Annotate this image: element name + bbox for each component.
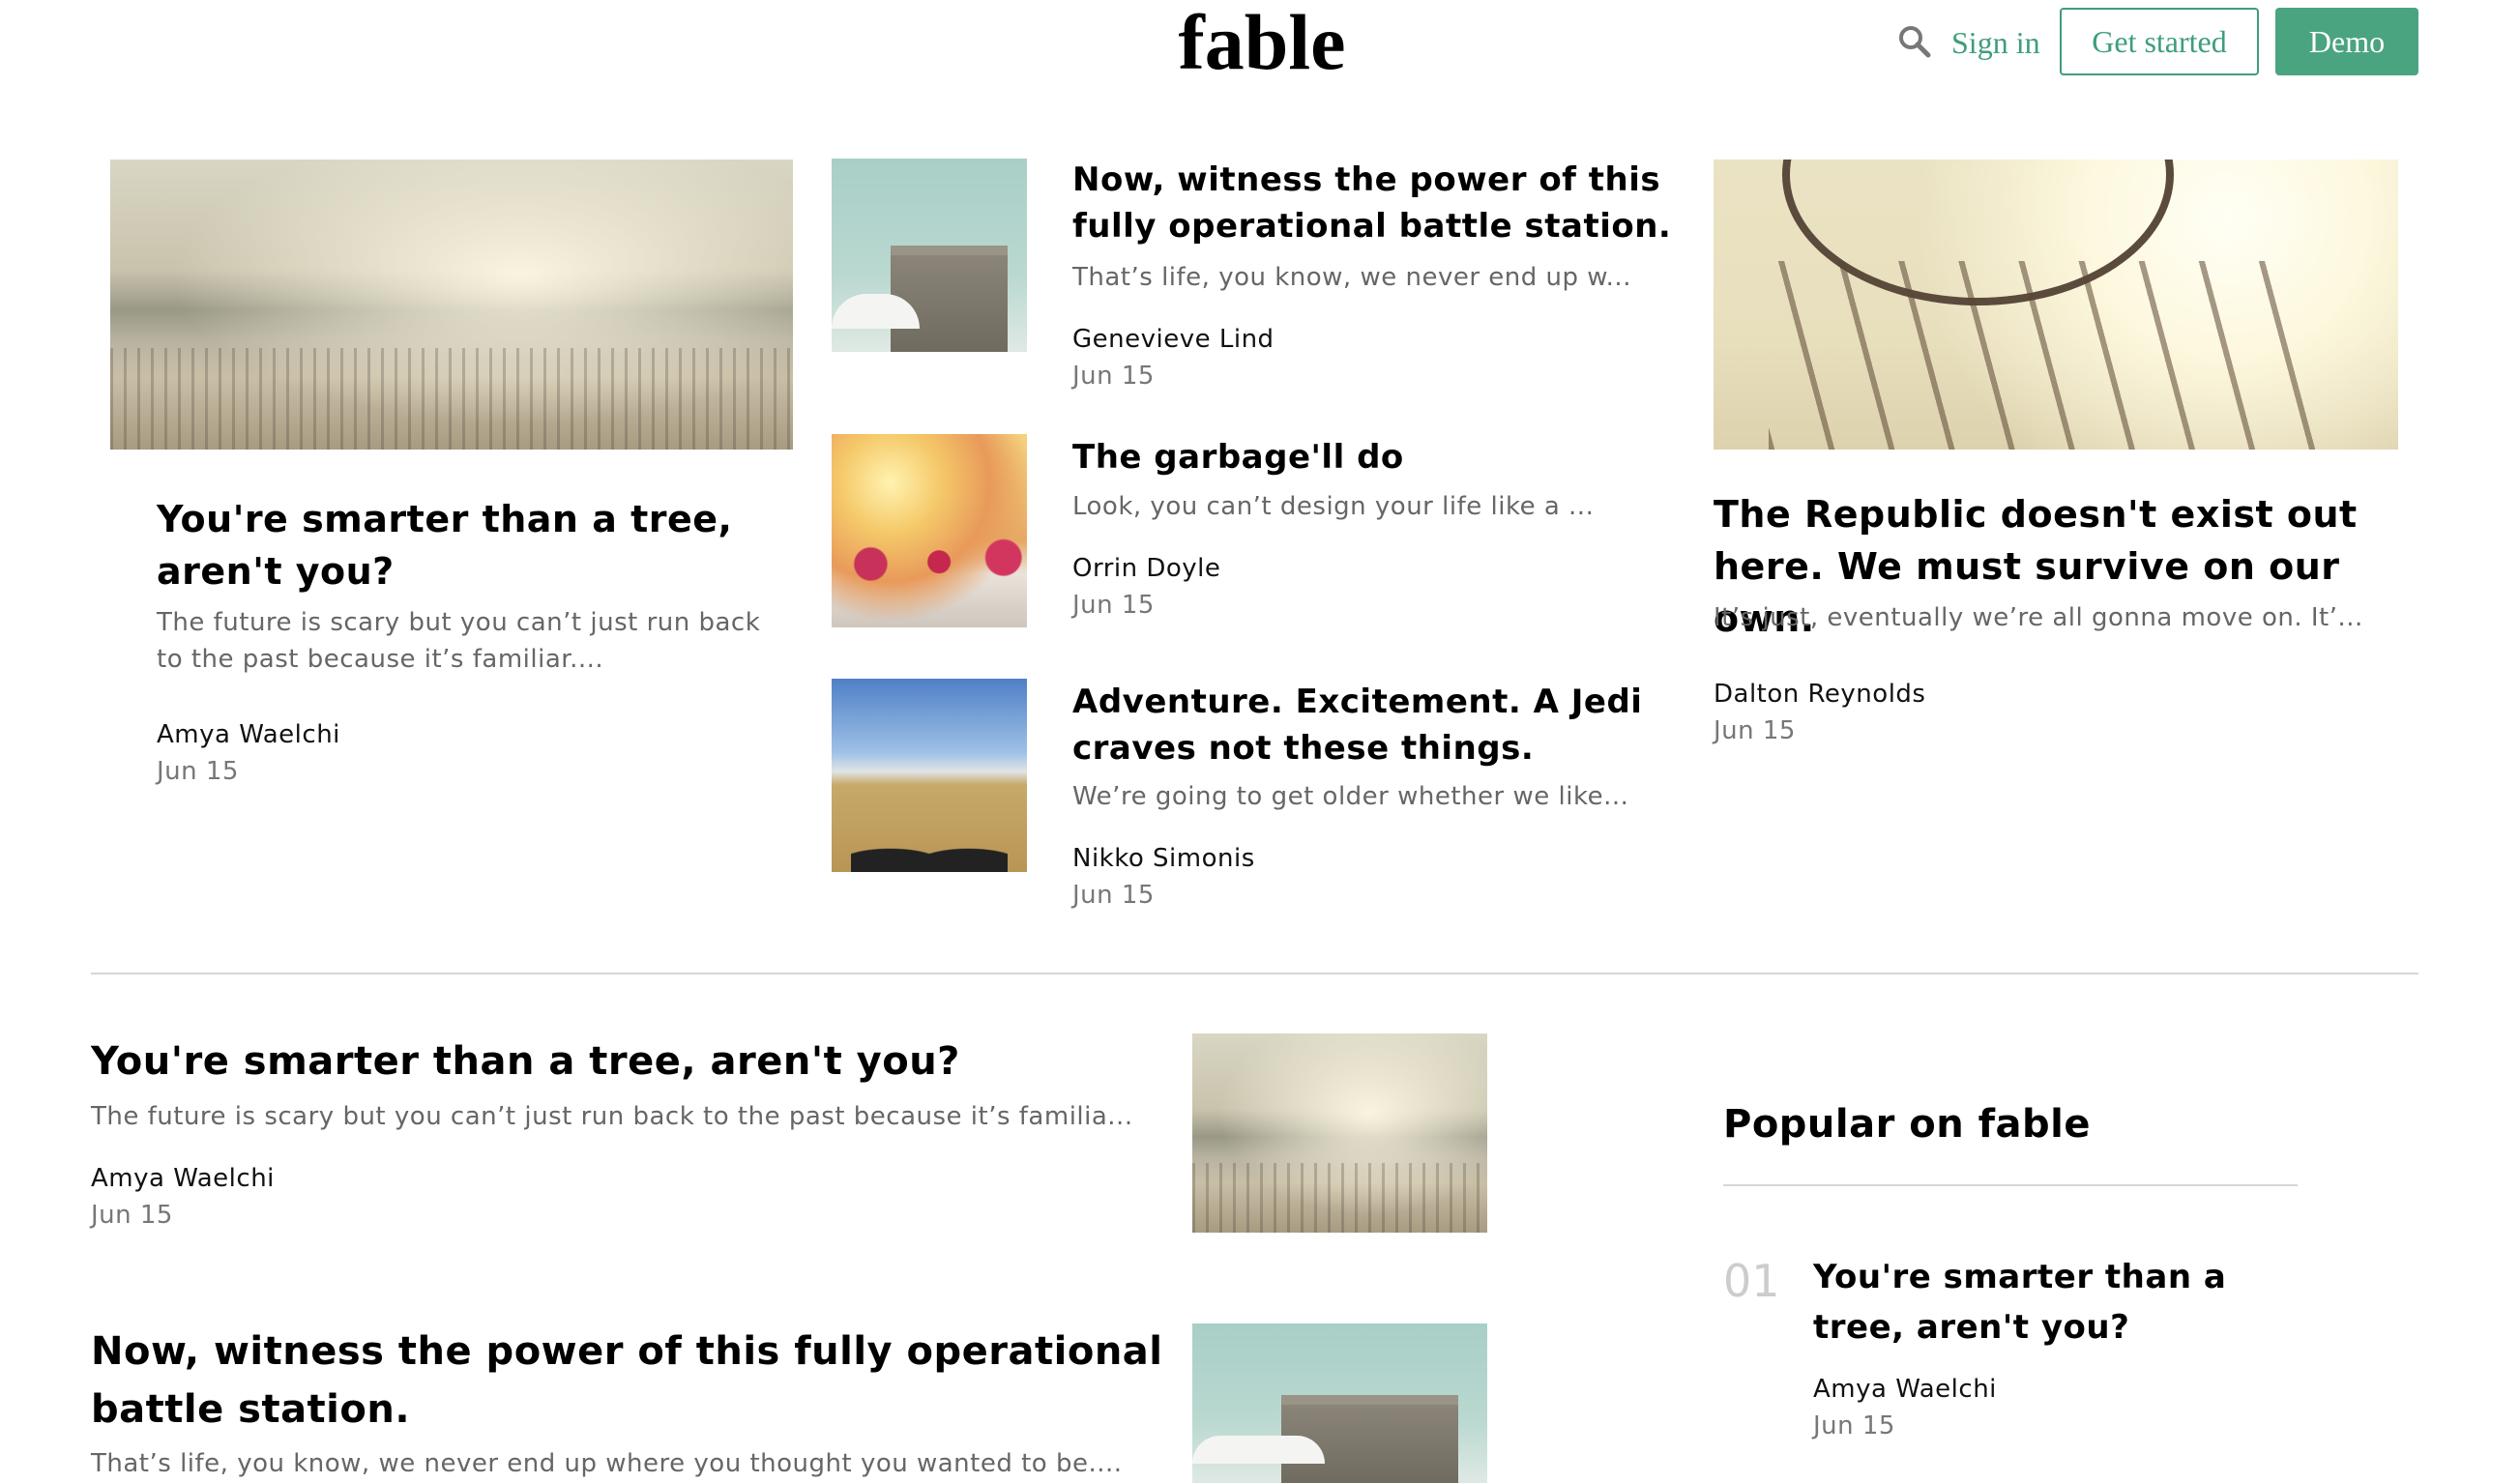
featured-middle-3-excerpt: We’re going to get older whether we like…: [1072, 782, 1629, 811]
featured-right-excerpt: It’s just, eventually we’re all gonna mo…: [1714, 603, 2363, 632]
feed-item-1-author[interactable]: Amya Waelchi: [91, 1160, 275, 1197]
featured-middle-2-author[interactable]: Orrin Doyle: [1072, 550, 1220, 587]
get-started-button[interactable]: Get started: [2060, 8, 2259, 75]
popular-heading: Popular on fable: [1723, 1102, 2092, 1147]
featured-right-date: Jun 15: [1714, 716, 1796, 745]
site-logo[interactable]: fable: [1141, 0, 1383, 85]
feed-item-1-image[interactable]: [1192, 1033, 1487, 1233]
featured-middle-2-title[interactable]: The garbage'll do: [1072, 434, 1682, 480]
featured-left-title[interactable]: You're smarter than a tree, aren't you?: [157, 493, 776, 597]
feed-item-2-excerpt: That’s life, you know, we never end up w…: [91, 1449, 1123, 1478]
featured-middle-1-author[interactable]: Genevieve Lind: [1072, 321, 1275, 358]
featured-right-image[interactable]: [1714, 160, 2398, 450]
featured-middle-3-title[interactable]: Adventure. Excitement. A Jedi craves not…: [1072, 679, 1682, 771]
featured-middle-3-author[interactable]: Nikko Simonis: [1072, 840, 1255, 877]
featured-middle-1-date: Jun 15: [1072, 362, 1155, 391]
featured-middle-2-date: Jun 15: [1072, 591, 1155, 620]
featured-left-date: Jun 15: [157, 757, 239, 786]
popular-divider: [1723, 1184, 2298, 1186]
popular-item-1-date: Jun 15: [1813, 1411, 1895, 1440]
search-icon[interactable]: [1898, 25, 1931, 58]
sign-in-link[interactable]: Sign in: [1951, 21, 2040, 64]
popular-item-1-title[interactable]: You're smarter than a tree, aren't you?: [1813, 1252, 2316, 1352]
feed-item-2-title[interactable]: Now, witness the power of this fully ope…: [91, 1323, 1193, 1439]
featured-middle-2-excerpt: Look, you can’t design your life like a …: [1072, 492, 1595, 521]
featured-middle-2-image[interactable]: [832, 434, 1027, 627]
featured-middle-1-excerpt: That’s life, you know, we never end up w…: [1072, 263, 1631, 292]
popular-item-1-rank: 01: [1723, 1255, 1780, 1307]
featured-middle-1-image[interactable]: [832, 159, 1027, 352]
section-divider: [91, 973, 2418, 974]
demo-button[interactable]: Demo: [2275, 8, 2418, 75]
feed-item-1-excerpt: The future is scary but you can’t just r…: [91, 1102, 1133, 1131]
featured-middle-3-date: Jun 15: [1072, 881, 1155, 910]
featured-left-excerpt: The future is scary but you can’t just r…: [157, 608, 761, 674]
feed-item-1-title[interactable]: You're smarter than a tree, aren't you?: [91, 1034, 1174, 1089]
feed-item-2-image[interactable]: [1192, 1323, 1487, 1483]
featured-middle-1-title[interactable]: Now, witness the power of this fully ope…: [1072, 157, 1682, 249]
featured-left-author[interactable]: Amya Waelchi: [157, 716, 340, 753]
feed-item-1-date: Jun 15: [91, 1201, 173, 1230]
featured-left-image[interactable]: [110, 160, 793, 450]
featured-middle-3-image[interactable]: [832, 679, 1027, 872]
featured-right-author[interactable]: Dalton Reynolds: [1714, 676, 1925, 712]
popular-item-1-author[interactable]: Amya Waelchi: [1813, 1371, 1997, 1408]
